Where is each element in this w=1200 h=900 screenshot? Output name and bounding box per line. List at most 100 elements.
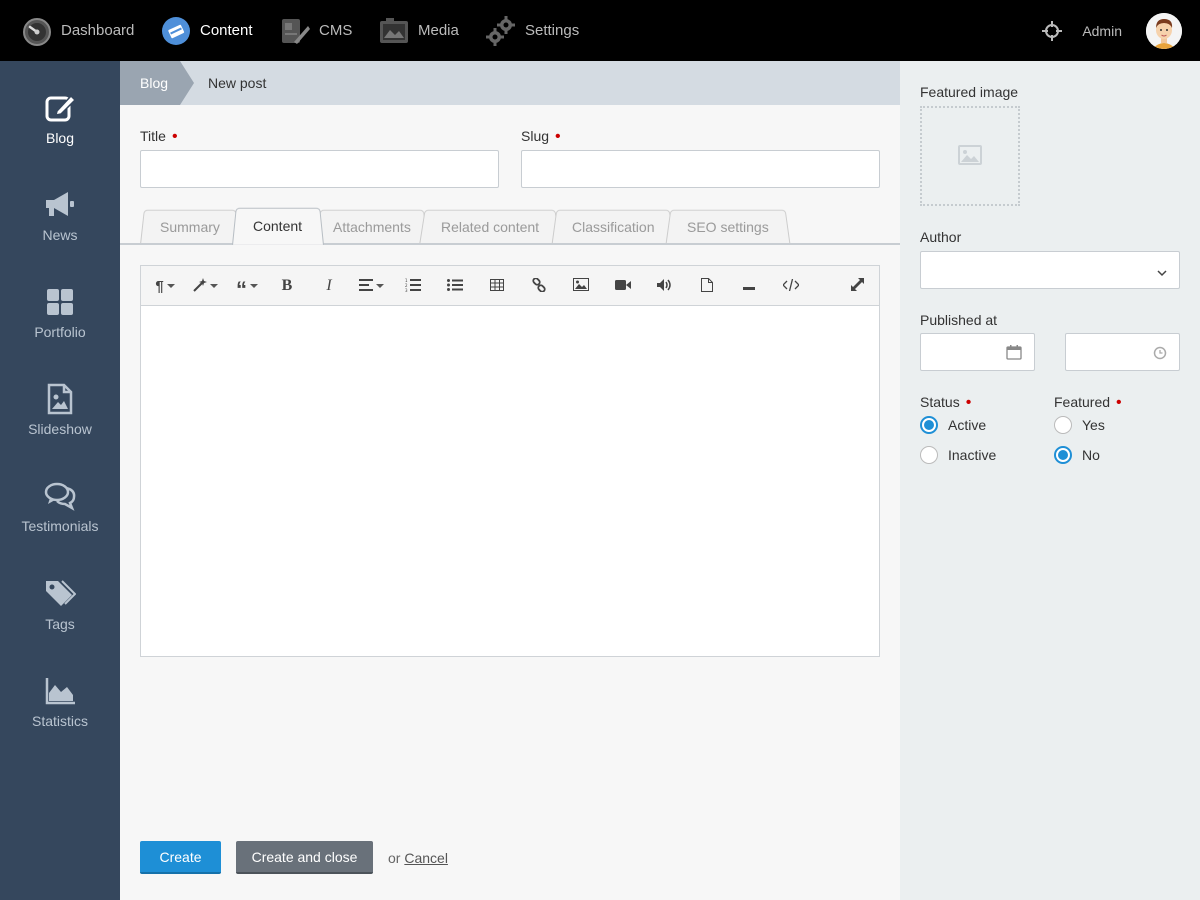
featured-yes-radio[interactable]: Yes [1054, 416, 1105, 434]
title-label-text: Title [140, 128, 166, 144]
nav-cms[interactable]: CMS [280, 0, 352, 61]
crosshair-icon[interactable] [1042, 20, 1063, 41]
audio-button[interactable] [655, 274, 675, 298]
sidebar-item-tags[interactable]: Tags [0, 578, 120, 648]
table-button[interactable] [487, 274, 507, 298]
slug-label: Slug • [521, 128, 561, 146]
code-view-button[interactable] [781, 274, 801, 298]
image-button[interactable] [571, 274, 591, 298]
italic-button[interactable]: I [319, 274, 339, 298]
svg-text:3: 3 [405, 288, 408, 292]
align-button[interactable] [357, 274, 385, 298]
code-icon [782, 278, 800, 294]
author-select[interactable] [920, 251, 1180, 289]
create-button[interactable]: Create [140, 841, 221, 874]
tab-label: Related content [440, 219, 540, 235]
ordered-list-icon: 123 [405, 278, 421, 295]
sidebar-item-testimonials[interactable]: Testimonials [0, 480, 120, 550]
tab-label: Attachments [333, 219, 411, 235]
sidebar-item-statistics[interactable]: Statistics [0, 675, 120, 745]
link-button[interactable] [529, 274, 549, 298]
bold-button[interactable]: B [277, 274, 297, 298]
sidebar-item-label: Tags [45, 616, 75, 632]
nav-label: Settings [525, 22, 580, 39]
horizontal-rule-icon [743, 278, 755, 294]
sidebar-item-label: News [42, 227, 78, 243]
status-label-text: Status [920, 394, 960, 410]
featured-label-text: Featured [1054, 394, 1111, 410]
required-indicator: • [171, 128, 178, 145]
italic-icon: I [326, 277, 332, 294]
create-and-close-button[interactable]: Create and close [236, 841, 373, 874]
paragraph-icon: ¶ [155, 277, 164, 295]
tab-label: Classification [571, 219, 655, 235]
status-inactive-radio[interactable]: Inactive [920, 446, 996, 464]
sidebar-item-portfolio[interactable]: Portfolio [0, 286, 120, 356]
featured-no-radio[interactable]: No [1054, 446, 1100, 464]
required-indicator: • [555, 128, 561, 145]
nav-settings[interactable]: Settings [486, 0, 579, 61]
gears-icon [486, 15, 516, 46]
tab-attachments[interactable]: Attachments [315, 209, 429, 245]
style-button[interactable] [191, 274, 219, 298]
title-input[interactable] [140, 150, 499, 188]
expand-icon [850, 278, 864, 294]
slug-input[interactable] [521, 150, 880, 188]
cancel-row: or Cancel [388, 850, 448, 866]
featured-image-label: Featured image [920, 84, 1019, 100]
sidebar-item-label: Slideshow [28, 421, 92, 437]
main-content: Blog New post Title • Slug • Summary Conte… [120, 61, 900, 900]
bold-icon: B [281, 277, 293, 294]
speedometer-icon [22, 16, 52, 46]
avatar[interactable] [1146, 12, 1182, 49]
status-label: Status • [920, 394, 971, 412]
image-icon [573, 278, 589, 294]
nav-media[interactable]: Media [379, 0, 459, 61]
image-file-icon [44, 383, 76, 415]
sidebar-item-label: Statistics [31, 713, 88, 729]
rich-text-editor: ¶ “ B I 123 [140, 265, 880, 657]
sidebar-item-slideshow[interactable]: Slideshow [0, 383, 120, 453]
area-chart-icon [44, 675, 76, 707]
radio-button[interactable] [920, 446, 938, 464]
unordered-list-icon [447, 278, 463, 294]
quote-button[interactable]: “ [233, 274, 261, 301]
fullscreen-button[interactable] [847, 274, 867, 298]
tab-summary[interactable]: Summary [139, 209, 241, 245]
tab-seo-settings[interactable]: SEO settings [665, 209, 791, 245]
user-name[interactable]: Admin [1082, 23, 1122, 39]
time-input[interactable] [1065, 333, 1180, 371]
tab-label: SEO settings [687, 219, 769, 235]
tab-related-content[interactable]: Related content [419, 209, 561, 245]
editor-content-area[interactable] [141, 306, 879, 656]
tab-classification[interactable]: Classification [551, 209, 675, 245]
featured-image-dropzone[interactable] [920, 106, 1020, 206]
breadcrumb-parent[interactable]: Blog [120, 61, 180, 105]
sidebar-item-blog[interactable]: Blog [0, 92, 120, 162]
paragraph-format-button[interactable]: ¶ [153, 274, 177, 298]
unordered-list-button[interactable] [445, 274, 465, 298]
status-active-radio[interactable]: Active [920, 416, 986, 434]
chevron-down-icon [1157, 265, 1167, 281]
file-button[interactable] [697, 274, 717, 298]
nav-dashboard[interactable]: Dashboard [22, 0, 134, 61]
breadcrumb: Blog New post [120, 61, 900, 105]
radio-label: Yes [1082, 417, 1105, 433]
sidebar-item-news[interactable]: News [0, 189, 120, 259]
radio-button[interactable] [920, 416, 938, 434]
horizontal-rule-button[interactable] [739, 274, 759, 298]
tab-content[interactable]: Content [232, 207, 324, 245]
breadcrumb-current: New post [208, 75, 267, 91]
nav-label: Content [200, 22, 253, 39]
side-panel: Featured image Author Published at Statu… [900, 61, 1200, 900]
ordered-list-button[interactable]: 123 [403, 274, 423, 298]
edit-icon [44, 92, 76, 124]
cancel-link[interactable]: Cancel [404, 850, 448, 866]
video-button[interactable] [613, 274, 633, 298]
tags-icon [44, 578, 76, 610]
radio-button[interactable] [1054, 446, 1072, 464]
nav-content[interactable]: Content [161, 0, 253, 61]
video-camera-icon [615, 278, 631, 294]
date-input[interactable] [920, 333, 1035, 371]
radio-button[interactable] [1054, 416, 1072, 434]
